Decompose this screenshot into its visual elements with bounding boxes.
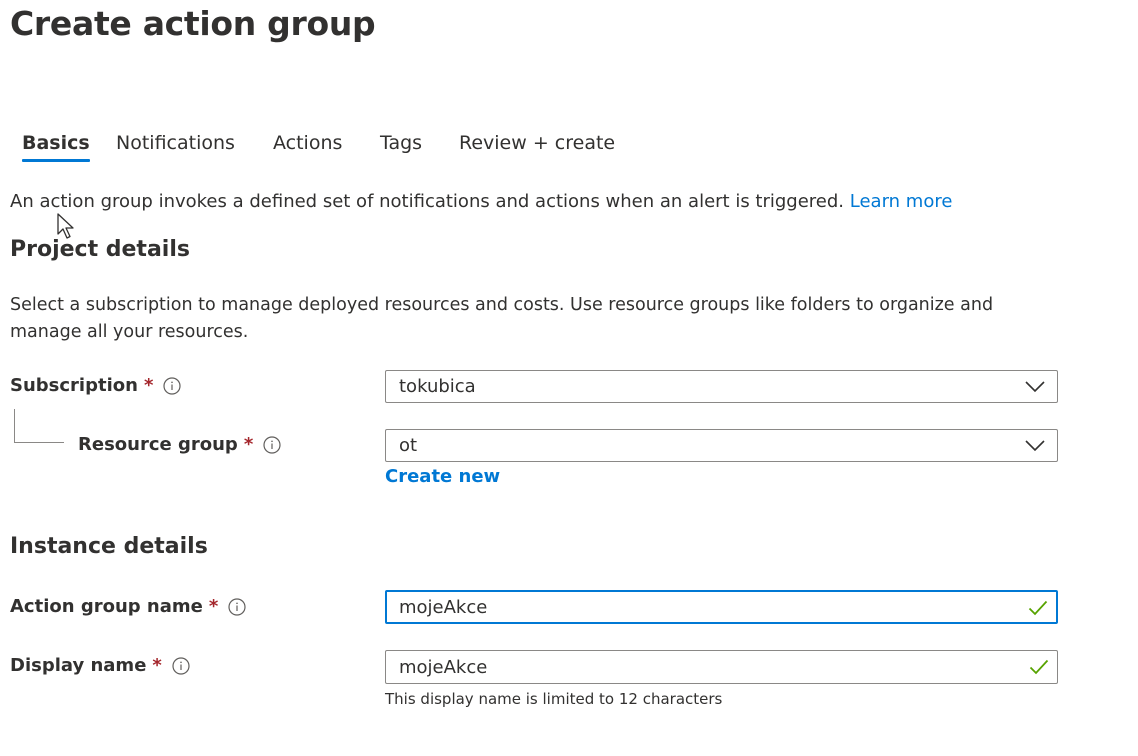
display-name-helper-text: This display name is limited to 12 chara… <box>385 690 723 708</box>
display-name-label-text: Display name <box>10 655 147 676</box>
info-icon[interactable] <box>163 376 181 395</box>
resource-group-label: Resource group * <box>78 434 281 455</box>
resource-group-label-text: Resource group <box>78 434 238 455</box>
action-group-name-label: Action group name * <box>10 596 246 617</box>
create-new-link[interactable]: Create new <box>385 466 500 487</box>
chevron-down-icon <box>1025 381 1045 393</box>
info-icon[interactable] <box>228 597 246 616</box>
action-group-name-label-text: Action group name <box>10 596 203 617</box>
tab-tags[interactable]: Tags <box>380 130 422 162</box>
required-asterisk: * <box>152 655 162 676</box>
project-details-description: Select a subscription to manage deployed… <box>10 295 994 342</box>
display-name-label: Display name * <box>10 655 190 676</box>
learn-more-link[interactable]: Learn more <box>850 191 953 212</box>
instance-details-heading: Instance details <box>10 534 208 559</box>
checkmark-icon <box>1029 659 1049 675</box>
create-action-group-page: Create action group Basics Notifications… <box>0 0 1138 756</box>
required-asterisk: * <box>143 375 154 396</box>
action-group-name-input[interactable]: mojeAkce <box>385 590 1058 624</box>
tab-basics[interactable]: Basics <box>22 130 90 162</box>
display-name-input[interactable]: mojeAkce <box>385 650 1058 684</box>
subscription-value: tokubica <box>399 376 476 397</box>
subscription-label: Subscription * <box>10 375 181 396</box>
action-group-name-value: mojeAkce <box>399 596 488 618</box>
tab-actions[interactable]: Actions <box>273 130 342 162</box>
required-asterisk: * <box>243 434 254 455</box>
subscription-label-text: Subscription <box>10 375 138 396</box>
resource-group-dropdown[interactable]: ot <box>385 429 1058 462</box>
intro-description: An action group invokes a defined set of… <box>10 191 845 212</box>
page-title: Create action group <box>10 4 376 43</box>
tab-review-create[interactable]: Review + create <box>459 130 615 162</box>
subscription-dropdown[interactable]: tokubica <box>385 370 1058 403</box>
required-asterisk: * <box>208 596 219 617</box>
display-name-value: mojeAkce <box>399 656 488 678</box>
tree-connector <box>14 409 64 443</box>
chevron-down-icon <box>1025 440 1045 452</box>
info-icon[interactable] <box>263 435 281 454</box>
project-details-heading: Project details <box>10 237 190 262</box>
info-icon[interactable] <box>172 656 190 675</box>
resource-group-value: ot <box>399 435 418 456</box>
tab-bar: Basics Notifications Actions Tags Review… <box>0 130 700 174</box>
checkmark-icon <box>1028 600 1048 616</box>
tab-notifications[interactable]: Notifications <box>116 130 235 162</box>
intro-text: An action group invokes a defined set of… <box>10 191 952 212</box>
